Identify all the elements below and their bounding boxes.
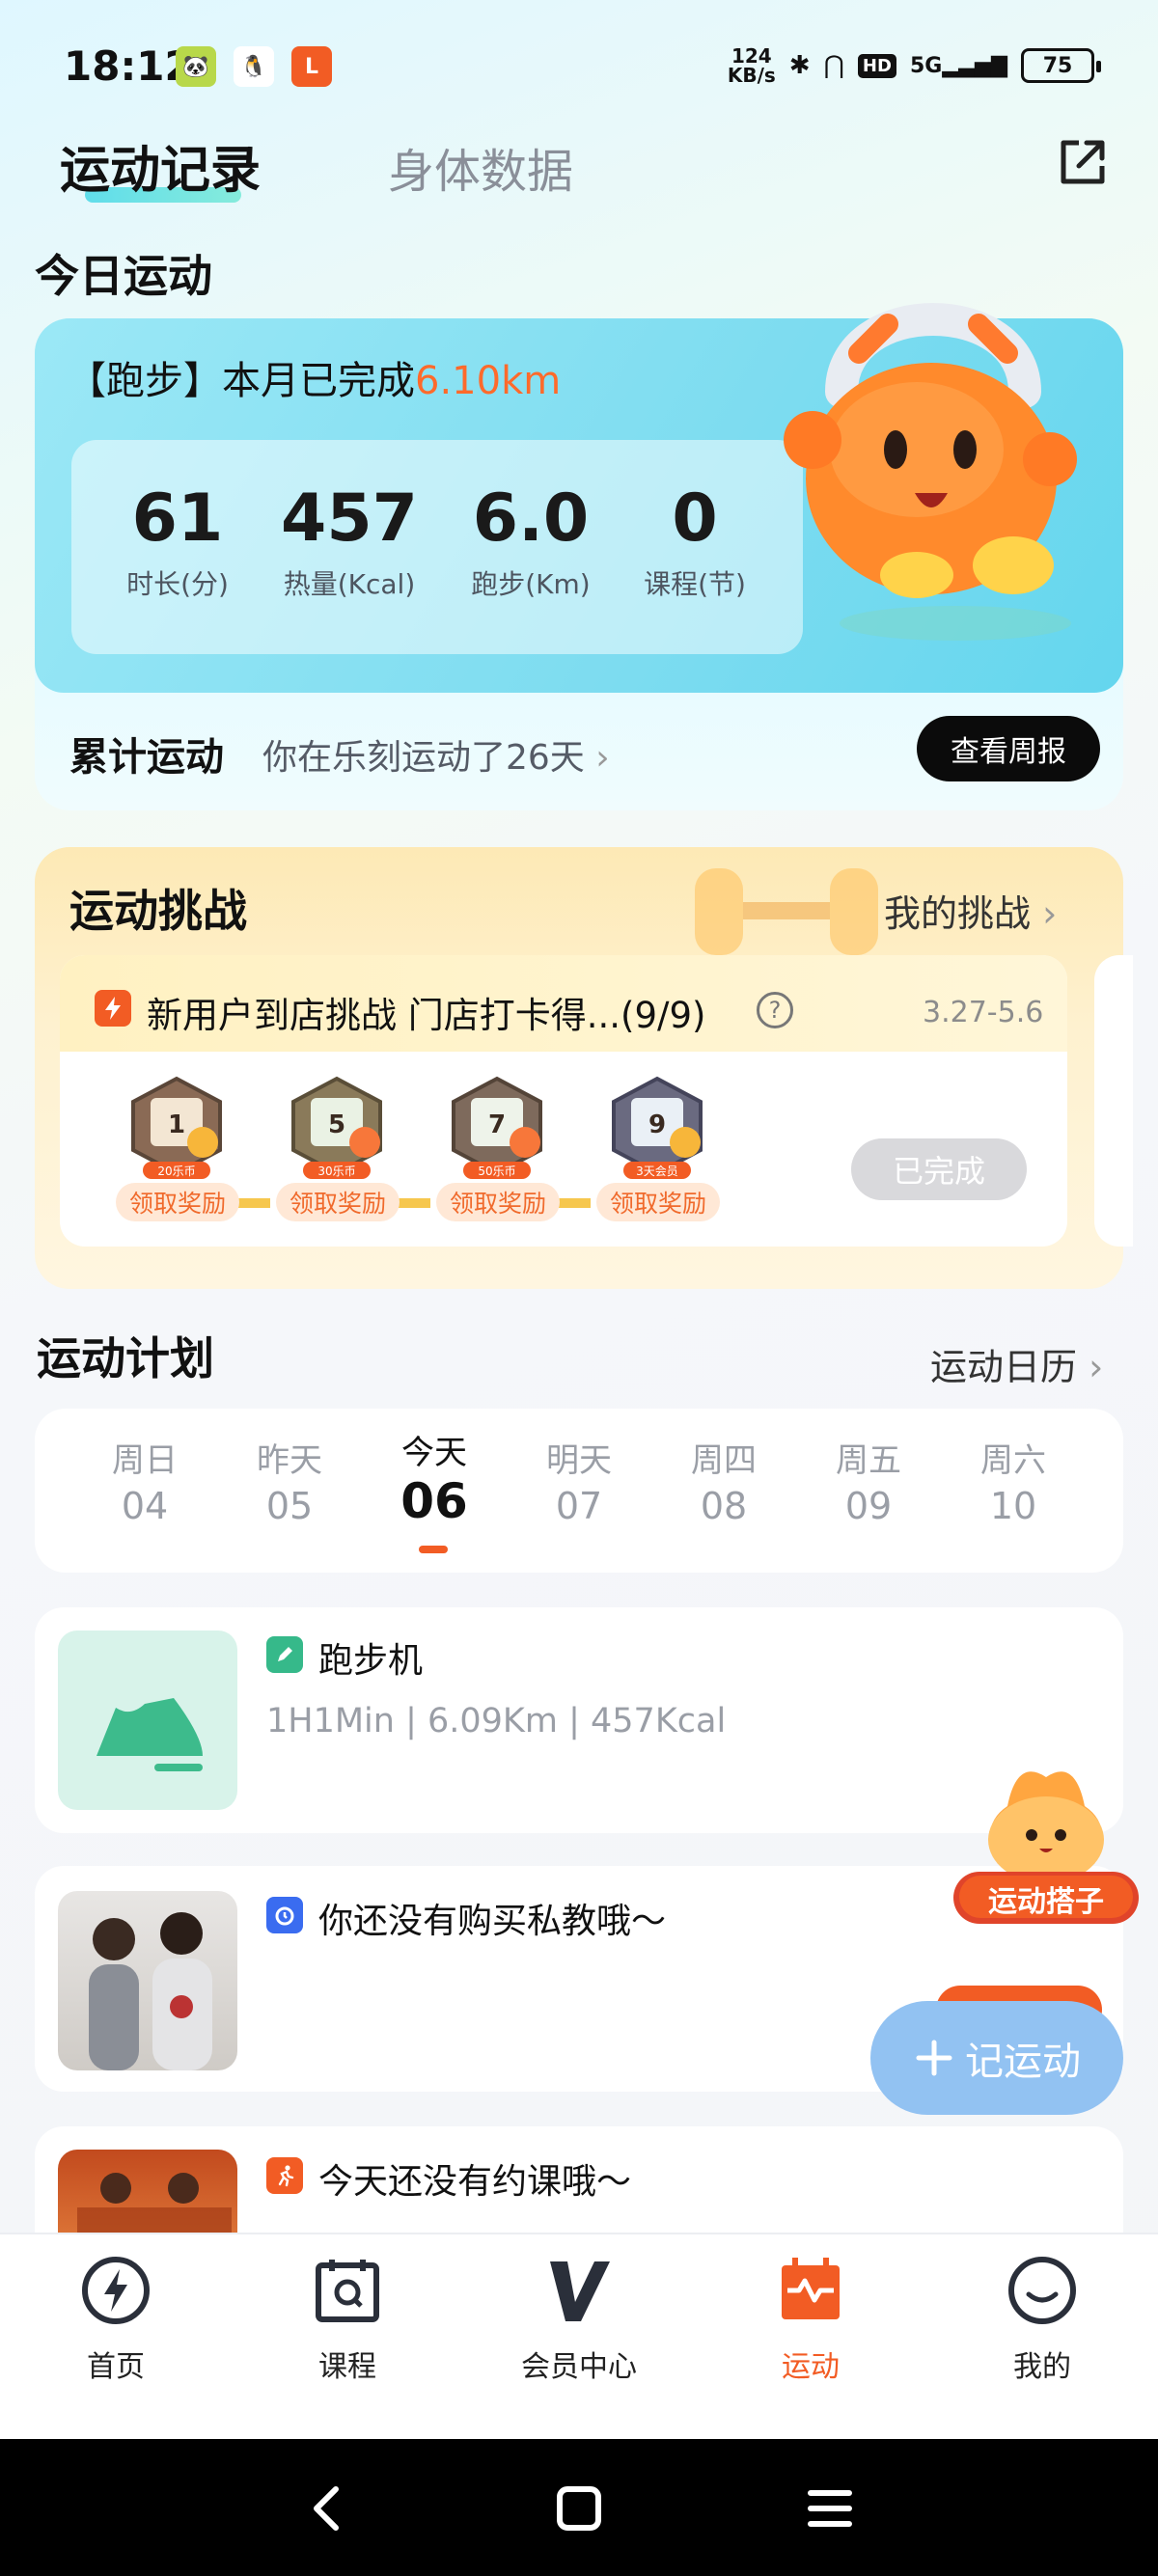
v-logo-icon — [550, 2261, 610, 2321]
home-icon[interactable] — [550, 2480, 608, 2537]
day-tomorrow[interactable]: 明天 07 — [521, 1434, 637, 1527]
next-challenge-peek[interactable] — [1094, 955, 1133, 1247]
challenge-name: 新用户到店挑战 门店打卡得...(9/9) — [147, 995, 706, 1036]
svg-text:3天会员: 3天会员 — [636, 1165, 678, 1178]
menu-icon[interactable] — [801, 2480, 859, 2537]
plan-section-title: 运动计划 — [37, 1332, 214, 1384]
today-indicator — [419, 1546, 448, 1553]
calendar-course-icon — [316, 2260, 379, 2322]
no-class-booked-text: 今天还没有约课哦～ — [318, 2162, 632, 2202]
exercise-partner-button[interactable]: 运动搭子 — [950, 1748, 1143, 1928]
total-exercise-label: 累计运动 — [69, 735, 224, 780]
my-challenge-link[interactable]: 我的挑战 › — [884, 884, 1057, 937]
claim-reward-button[interactable]: 领取奖励 — [436, 1183, 560, 1221]
stat-duration: 61 时长(分) — [126, 480, 229, 601]
plus-icon — [916, 2040, 952, 2076]
day-today[interactable]: 今天 06 — [376, 1426, 492, 1529]
treadmill-summary: 1H1Min | 6.09Km | 457Kcal — [266, 1702, 727, 1740]
bluetooth-icon: ✱ — [788, 51, 811, 80]
running-shoe-thumbnail — [58, 1631, 237, 1810]
svg-text:30乐币: 30乐币 — [317, 1165, 355, 1178]
checkin-badge-5-icon: 5 30乐币 — [291, 1076, 382, 1179]
claim-reward-button[interactable]: 领取奖励 — [116, 1183, 239, 1221]
net-speed: 124 KB/s — [727, 44, 776, 87]
chevron-right-icon: › — [1042, 892, 1058, 935]
dumbbell-icon — [695, 868, 878, 955]
back-icon[interactable] — [299, 2480, 357, 2537]
checkin-badge-7-icon: 7 50乐币 — [452, 1076, 542, 1179]
total-exercise-days[interactable]: 你在乐刻运动了26天 › — [262, 729, 610, 780]
day-sunday[interactable]: 周日 04 — [87, 1434, 203, 1527]
svg-text:1: 1 — [168, 1110, 185, 1139]
battery-icon: 75 — [1021, 48, 1101, 83]
claim-reward-button[interactable]: 领取奖励 — [596, 1183, 720, 1221]
month-summary: 【跑步】本月已完成6.10km — [68, 359, 562, 403]
lightning-icon — [82, 2257, 150, 2324]
stat-running: 6.0 跑步(Km) — [471, 480, 591, 601]
running-shoe-icon — [96, 1698, 203, 1771]
trainers-photo — [58, 1891, 237, 2070]
tab-sport[interactable]: 运动 — [714, 2254, 907, 2385]
stat-calories: 457 热量(Kcal) — [281, 480, 418, 601]
trainers-image-icon — [89, 1912, 212, 2070]
runner-tag-icon — [266, 2157, 303, 2194]
tab-member-center[interactable]: 会员中心 — [482, 2254, 676, 2385]
timer-tag-icon — [266, 1897, 303, 1933]
kettlebell-mascot-icon — [784, 303, 1077, 641]
day-yesterday[interactable]: 昨天 05 — [232, 1434, 347, 1527]
day-friday[interactable]: 周五 09 — [811, 1434, 926, 1527]
svg-text:9: 9 — [648, 1110, 666, 1139]
tab-home[interactable]: 首页 — [19, 2254, 212, 2385]
help-icon[interactable]: ? — [757, 992, 793, 1028]
day-thursday[interactable]: 周四 08 — [666, 1434, 782, 1527]
challenge-date-range: 3.27-5.6 — [923, 996, 1044, 1029]
no-private-training-text: 你还没有购买私教哦～ — [318, 1902, 667, 1941]
chevron-right-icon: › — [595, 738, 610, 778]
svg-text:7: 7 — [488, 1110, 506, 1139]
earbuds-icon: ⋂ — [823, 51, 844, 80]
svg-text:5: 5 — [328, 1110, 345, 1139]
chevron-right-icon: › — [1089, 1346, 1104, 1388]
checkin-badge-1-icon: 1 20乐币 — [131, 1076, 222, 1179]
month-distance: 6.10km — [415, 359, 562, 403]
status-time: 18:12 — [64, 42, 193, 90]
tab-courses[interactable]: 课程 — [251, 2254, 444, 2385]
today-section-title: 今日运动 — [35, 250, 212, 302]
day-saturday[interactable]: 周六 10 — [955, 1434, 1071, 1527]
hd-icon: HD — [857, 53, 896, 78]
smile-icon — [1008, 2257, 1076, 2324]
checkin-badge-9-icon: 9 3天会员 — [612, 1076, 703, 1179]
completed-button: 已完成 — [851, 1138, 1027, 1200]
app-notification-icon: 🐼 — [176, 46, 216, 87]
lekee-app-icon: L — [291, 46, 332, 87]
notification-icons: 🐼 🐧 L — [176, 46, 332, 87]
sport-calendar-icon — [782, 2258, 840, 2319]
system-icons: 124 KB/s ✱ ⋂ HD 5G▂▃▅▇ 75 — [727, 44, 1101, 87]
tab-exercise-record[interactable]: 运动记录 — [60, 129, 261, 202]
claim-reward-button[interactable]: 领取奖励 — [276, 1183, 400, 1221]
challenge-section-title: 运动挑战 — [69, 885, 247, 937]
svg-text:50乐币: 50乐币 — [478, 1165, 515, 1178]
tab-body-data[interactable]: 身体数据 — [388, 133, 573, 201]
share-icon[interactable] — [1056, 135, 1110, 189]
exercise-calendar-link[interactable]: 运动日历 › — [930, 1337, 1103, 1390]
weekly-report-button[interactable]: 查看周报 — [917, 716, 1100, 781]
partner-label: 运动搭子 — [988, 1885, 1104, 1919]
qq-icon: 🐧 — [234, 46, 274, 87]
svg-text:20乐币: 20乐币 — [157, 1165, 195, 1178]
treadmill-title: 跑步机 — [318, 1641, 424, 1681]
record-exercise-button[interactable]: 记运动 — [870, 2001, 1123, 2115]
stat-courses: 0 课程(节) — [644, 480, 746, 601]
edit-tag-icon — [266, 1636, 303, 1673]
tab-mine[interactable]: 我的 — [946, 2254, 1139, 2385]
signal-icon: 5G▂▃▅▇ — [909, 53, 1007, 78]
lightning-badge-icon — [95, 990, 131, 1027]
